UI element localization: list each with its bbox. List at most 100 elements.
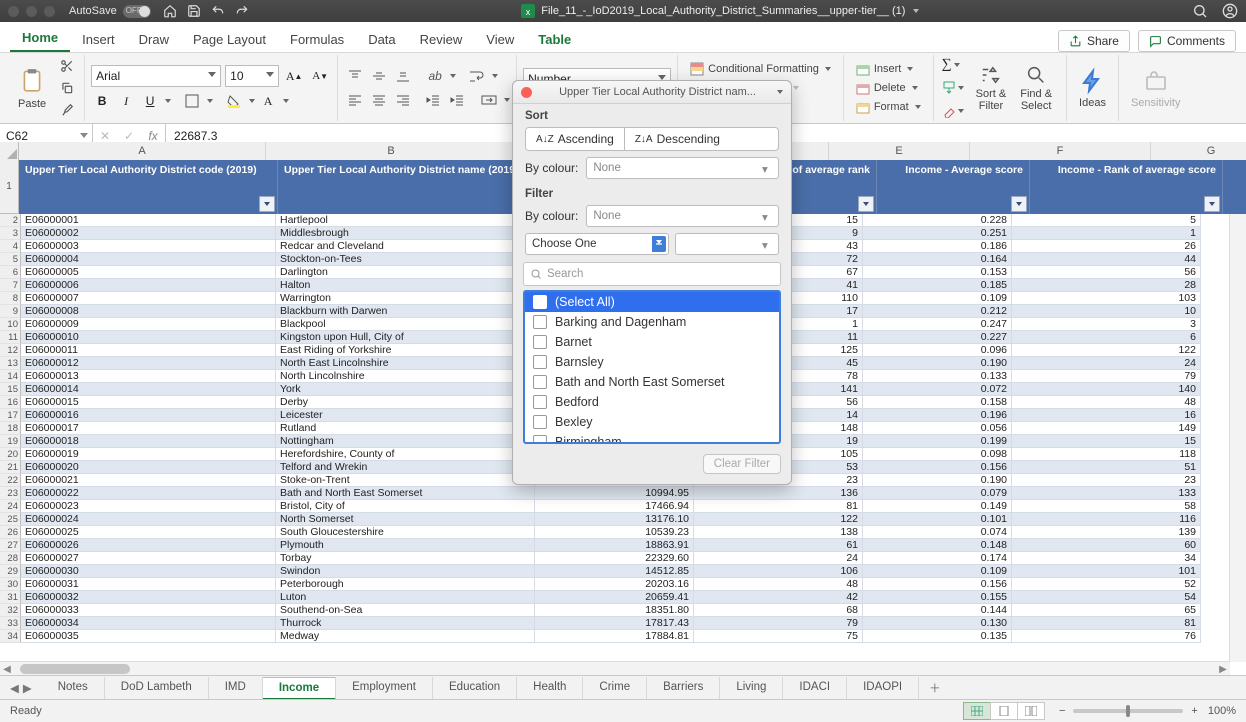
row-header[interactable]: 32 [0,604,21,617]
cell[interactable]: 10994.95 [535,487,694,500]
cell[interactable]: Herefordshire, County of [276,448,535,461]
cell[interactable]: E06000021 [21,474,276,487]
filter-values-list[interactable]: (Select All)Barking and DagenhamBarnetBa… [523,290,781,444]
cell[interactable]: 22329.60 [535,552,694,565]
cell[interactable]: 0.148 [863,539,1012,552]
row-header[interactable]: 16 [0,396,21,409]
cell[interactable]: Luton [276,591,535,604]
cell[interactable]: E06000034 [21,617,276,630]
sheet-tab[interactable]: Income [263,677,336,700]
filter-chip-icon[interactable] [858,196,874,212]
checkbox-icon[interactable] [533,395,547,409]
cell[interactable]: 0.251 [863,227,1012,240]
row-header[interactable]: 31 [0,591,21,604]
sheet-tab[interactable]: DoD Lambeth [105,677,209,699]
cell[interactable]: E06000009 [21,318,276,331]
row-header[interactable]: 29 [0,565,21,578]
align-left-button[interactable] [344,90,366,110]
sheet-tab[interactable]: Employment [336,677,433,699]
cell[interactable]: E06000006 [21,279,276,292]
tab-home[interactable]: Home [10,24,70,52]
chevron-down-icon[interactable] [777,90,783,94]
row-header[interactable]: 14 [0,370,21,383]
cell[interactable]: Torbay [276,552,535,565]
filter-item[interactable]: Barnet [525,332,779,352]
checkbox-icon[interactable] [533,295,547,309]
decrease-indent-button[interactable] [422,90,444,110]
sort-ascending-button[interactable]: A↓ZAscending [526,128,624,150]
zoom-in-button[interactable]: + [1191,705,1197,717]
cell[interactable]: 0.196 [863,409,1012,422]
table-header[interactable]: Upper Tier Local Authority District code… [19,160,278,214]
col-header[interactable]: E [829,142,970,160]
cell[interactable]: E06000012 [21,357,276,370]
sort-filter-button[interactable]: Sort & Filter [970,62,1013,114]
sheet-tab[interactable]: Living [720,677,783,699]
cell[interactable]: E06000007 [21,292,276,305]
conditional-formatting-button[interactable]: Conditional Formatting [688,61,833,77]
cell[interactable]: 0.098 [863,448,1012,461]
table-row[interactable]: 23E06000022Bath and North East Somerset1… [0,487,1246,500]
cell[interactable]: 24 [694,552,863,565]
bold-button[interactable]: B [91,91,113,111]
filter-item[interactable]: Barnsley [525,352,779,372]
cell[interactable]: 81 [694,500,863,513]
col-header[interactable]: F [970,142,1151,160]
tab-formulas[interactable]: Formulas [278,26,356,52]
cell[interactable]: 14512.85 [535,565,694,578]
row-header[interactable]: 26 [0,526,21,539]
align-top-button[interactable] [344,66,366,86]
cell[interactable]: Middlesbrough [276,227,535,240]
row-header[interactable]: 17 [0,409,21,422]
cell[interactable]: South Gloucestershire [276,526,535,539]
col-header[interactable]: G [1151,142,1246,160]
close-icon[interactable] [8,6,19,17]
orientation-button[interactable]: ab [424,66,446,86]
cell[interactable]: 101 [1012,565,1201,578]
cell[interactable]: Swindon [276,565,535,578]
cell[interactable]: 6 [1012,331,1201,344]
cell[interactable]: 0.133 [863,370,1012,383]
select-all-corner[interactable] [0,142,19,160]
cell[interactable]: 18863.91 [535,539,694,552]
sheet-tab[interactable]: IDAOPI [847,677,919,699]
cell[interactable]: E06000001 [21,214,276,227]
underline-button[interactable]: U [139,91,161,111]
clear-button[interactable] [942,101,964,121]
sort-descending-button[interactable]: Z↓ADescending [624,128,730,150]
row-header[interactable]: 5 [0,253,21,266]
font-color-button[interactable]: A [257,91,279,111]
cell[interactable]: 0.212 [863,305,1012,318]
sheet-tab[interactable]: Notes [42,677,105,699]
share-button[interactable]: Share [1058,30,1130,52]
table-row[interactable]: 28E06000027Torbay22329.60240.17434 [0,552,1246,565]
align-bottom-button[interactable] [392,66,414,86]
cell[interactable]: 0.228 [863,214,1012,227]
tab-data[interactable]: Data [356,26,407,52]
filter-item[interactable]: Bedford [525,392,779,412]
cell[interactable]: E06000024 [21,513,276,526]
cell[interactable]: 106 [694,565,863,578]
zoom-slider[interactable] [1073,709,1183,713]
table-header[interactable]: Income - Propor [1223,160,1246,214]
cell[interactable]: 56 [1012,266,1201,279]
row-header[interactable]: 25 [0,513,21,526]
filter-item[interactable]: Barking and Dagenham [525,312,779,332]
cell[interactable]: E06000026 [21,539,276,552]
sheet-tab[interactable]: IMD [209,677,263,699]
row-header[interactable]: 21 [0,461,21,474]
row-header[interactable]: 12 [0,344,21,357]
cell[interactable]: Hartlepool [276,214,535,227]
cell[interactable]: E06000002 [21,227,276,240]
row-header[interactable]: 4 [0,240,21,253]
filter-value-select[interactable]: ▾ [675,233,779,255]
decrease-font-button[interactable]: A▼ [309,66,331,86]
cell[interactable]: 0.158 [863,396,1012,409]
cell[interactable]: 0.185 [863,279,1012,292]
cell[interactable]: 79 [694,617,863,630]
fill-color-button[interactable] [223,91,245,111]
view-normal-button[interactable] [963,702,991,720]
row-header[interactable]: 3 [0,227,21,240]
cell[interactable]: E06000010 [21,331,276,344]
row-header[interactable]: 30 [0,578,21,591]
